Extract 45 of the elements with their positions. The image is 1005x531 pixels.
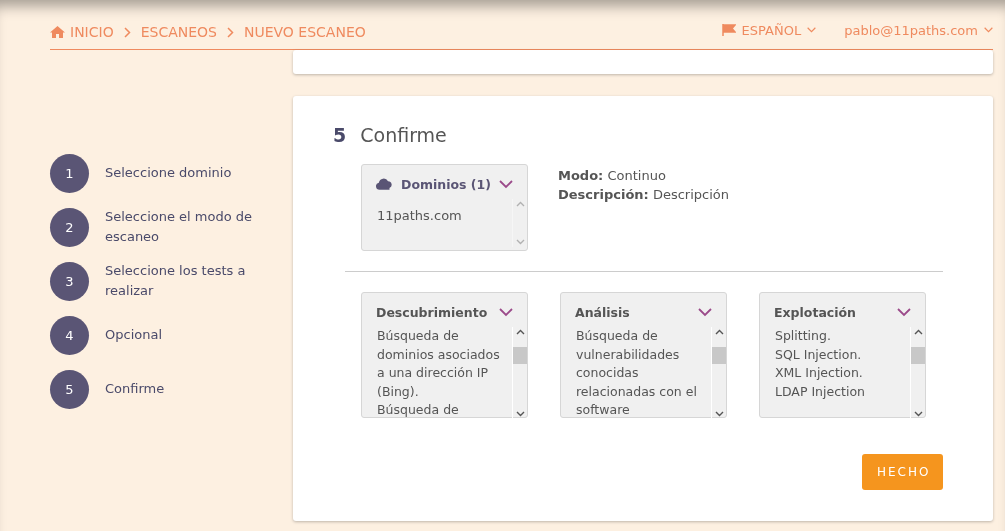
step-number[interactable]: 3 bbox=[50, 261, 89, 301]
scroll-up-icon[interactable] bbox=[913, 329, 923, 335]
chevron-down-icon[interactable] bbox=[698, 307, 712, 317]
section-title: Confirme bbox=[360, 124, 447, 146]
scroll-down-icon[interactable] bbox=[913, 411, 923, 417]
panel-title: Explotación bbox=[774, 304, 857, 320]
panel-title: Dominios (1) bbox=[401, 176, 491, 192]
step-label[interactable]: Seleccione los tests a realizar bbox=[105, 261, 255, 301]
home-icon[interactable] bbox=[50, 26, 65, 38]
test-list: Búsqueda de vulnerabilidades conocidas relacionadas con el software bbox=[561, 327, 711, 419]
chevron-down-icon[interactable] bbox=[897, 307, 911, 317]
scroll-thumb[interactable] bbox=[911, 347, 925, 364]
scroll-up-icon[interactable] bbox=[714, 329, 724, 335]
step-label[interactable]: Seleccione dominio bbox=[105, 163, 255, 183]
scroll-down-icon[interactable] bbox=[714, 411, 724, 417]
chevron-right-icon bbox=[123, 26, 131, 38]
panel-title: Análisis bbox=[575, 304, 631, 320]
step-label[interactable]: Confirme bbox=[105, 379, 255, 399]
section-number: 5 bbox=[333, 124, 347, 146]
caret-icon[interactable] bbox=[807, 27, 817, 33]
test-list: Búsqueda de dominios asociados a una dirección IP (Bing). Búsqueda de bbox=[362, 327, 512, 419]
caret-icon[interactable] bbox=[984, 27, 993, 33]
step-number[interactable]: 2 bbox=[50, 207, 89, 247]
cloud-icon bbox=[376, 176, 394, 192]
step-label[interactable]: Seleccione el modo de escaneo bbox=[105, 207, 255, 247]
scroll-thumb[interactable] bbox=[513, 347, 527, 364]
step-number[interactable]: 4 bbox=[50, 315, 89, 355]
chevron-down-icon[interactable] bbox=[499, 307, 513, 317]
scrollbar[interactable] bbox=[711, 327, 726, 419]
scroll-thumb[interactable] bbox=[712, 347, 726, 364]
scrollbar[interactable] bbox=[910, 327, 925, 419]
chevron-down-icon[interactable] bbox=[499, 179, 513, 189]
test-list: Splitting. SQL Injection. XML Injection. LDAP Injection bbox=[760, 327, 910, 419]
scrollbar[interactable] bbox=[512, 327, 527, 419]
flag-icon bbox=[721, 24, 736, 36]
step-label[interactable]: Opcional bbox=[105, 325, 255, 345]
detail-text: Descripción: Descripción bbox=[558, 186, 729, 204]
scroll-down-icon[interactable] bbox=[515, 411, 525, 417]
scroll-up-icon[interactable] bbox=[515, 329, 525, 335]
panel-title: Descubrimiento bbox=[376, 304, 489, 320]
chevron-right-icon bbox=[226, 26, 234, 38]
step-number[interactable]: 1 bbox=[50, 153, 89, 193]
step-number[interactable]: 5 bbox=[50, 369, 89, 409]
detail-text: Modo: Continuo bbox=[558, 167, 667, 185]
test-list: 11paths.com bbox=[362, 199, 512, 247]
